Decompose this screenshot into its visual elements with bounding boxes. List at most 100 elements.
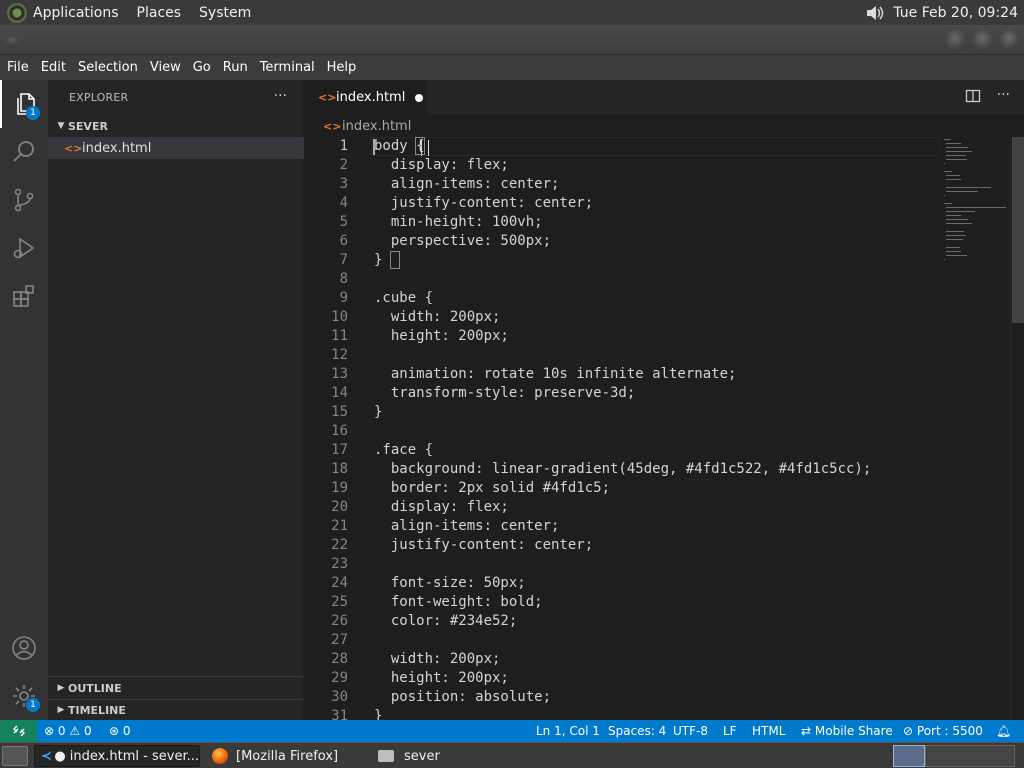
notifications-bell-icon[interactable]: 🔔︎ bbox=[996, 720, 1011, 742]
code-line[interactable]: 31} bbox=[305, 707, 940, 720]
problems-status[interactable]: ⊗ 0 ⚠ 0 bbox=[44, 720, 92, 742]
code-line[interactable]: 20 display: flex; bbox=[305, 498, 940, 517]
line-number: 1 bbox=[339, 138, 348, 154]
code-line[interactable]: 27 bbox=[305, 631, 940, 650]
minimap-line bbox=[946, 211, 975, 212]
explorer-more-actions-button[interactable]: ··· bbox=[274, 88, 287, 104]
breadcrumb[interactable]: <> index.html bbox=[305, 115, 1024, 137]
line-number: 11 bbox=[331, 328, 348, 344]
code-line[interactable]: 28 width: 200px; bbox=[305, 650, 940, 669]
code-line[interactable]: 12 bbox=[305, 346, 940, 365]
menu-terminal[interactable]: Terminal bbox=[254, 55, 321, 80]
remote-indicator-icon[interactable] bbox=[0, 720, 37, 742]
minimap-line bbox=[946, 151, 973, 152]
show-desktop-button[interactable] bbox=[2, 746, 28, 766]
code-line[interactable]: 18 background: linear-gradient(45deg, #4… bbox=[305, 460, 940, 479]
minimize-window-button[interactable] bbox=[946, 30, 966, 50]
code-editor[interactable]: 1 body {2 display: flex; 3 align-items: ce… bbox=[305, 137, 940, 720]
code-line[interactable]: 14 transform-style: preserve-3d; bbox=[305, 384, 940, 403]
menu-view[interactable]: View bbox=[144, 55, 187, 80]
timeline-section[interactable]: ▶ TIMELINE bbox=[48, 699, 304, 721]
panel-clock[interactable]: Tue Feb 20, 09:24 bbox=[893, 5, 1018, 21]
window-titlebar[interactable] bbox=[0, 25, 1024, 55]
code-line[interactable]: 2 display: flex; bbox=[305, 156, 940, 175]
taskbar-window-firefox[interactable]: [Mozilla Firefox] bbox=[206, 745, 366, 767]
code-line[interactable]: 15} bbox=[305, 403, 940, 422]
menu-run[interactable]: Run bbox=[217, 55, 254, 80]
editor-vertical-scrollbar[interactable] bbox=[1010, 137, 1024, 720]
code-line[interactable]: 10 width: 200px; bbox=[305, 308, 940, 327]
code-line[interactable]: 8 bbox=[305, 270, 940, 289]
explorer-sidebar: EXPLORER ··· ▼ SEVER <> index.html ▶ OUT… bbox=[48, 80, 304, 720]
code-line[interactable]: 13 animation: rotate 10s infinite altern… bbox=[305, 365, 940, 384]
code-line[interactable]: 17 .face { bbox=[305, 441, 940, 460]
system-menu[interactable]: System bbox=[199, 5, 251, 21]
unsaved-dot-icon[interactable] bbox=[415, 93, 424, 102]
window-menu-icon[interactable] bbox=[4, 35, 20, 45]
menu-selection[interactable]: Selection bbox=[72, 55, 144, 80]
activity-source-control[interactable] bbox=[0, 176, 48, 224]
tab-index-html[interactable]: <> index.html bbox=[305, 80, 427, 115]
code-line-text: height: 200px; bbox=[374, 328, 509, 344]
code-line[interactable]: 21 align-items: center; bbox=[305, 517, 940, 536]
code-line[interactable]: 6 perspective: 500px; bbox=[305, 232, 940, 251]
speaker-icon[interactable] bbox=[863, 3, 887, 23]
code-line[interactable]: 11 height: 200px; bbox=[305, 327, 940, 346]
code-line[interactable]: 1 body { bbox=[305, 137, 940, 156]
code-line[interactable]: 9 .cube { bbox=[305, 289, 940, 308]
indentation-status[interactable]: Spaces: 4 bbox=[608, 720, 666, 742]
live-server-port-status[interactable]: ⊘ Port : 5500 bbox=[903, 720, 983, 742]
split-editor-icon[interactable] bbox=[965, 88, 981, 104]
folder-section-sever[interactable]: ▼ SEVER bbox=[48, 115, 304, 137]
activity-explorer[interactable]: 1 bbox=[0, 80, 48, 128]
minimap[interactable] bbox=[940, 137, 1010, 720]
activity-extensions[interactable] bbox=[0, 272, 48, 320]
live-share-status[interactable]: ⇄ Mobile Share bbox=[801, 720, 893, 742]
menu-help[interactable]: Help bbox=[321, 55, 363, 80]
taskbar-window-folder[interactable]: sever bbox=[372, 745, 532, 767]
scrollbar-thumb[interactable] bbox=[1012, 137, 1024, 323]
workspace-2-button[interactable] bbox=[925, 745, 1015, 767]
eol-status[interactable]: LF bbox=[723, 720, 737, 742]
code-line[interactable]: 5 min-height: 100vh; bbox=[305, 213, 940, 232]
chevron-right-icon: ▶ bbox=[57, 683, 65, 693]
code-line[interactable]: 22 justify-content: center; bbox=[305, 536, 940, 555]
activity-accounts[interactable] bbox=[0, 624, 48, 672]
code-line-text: transform-style: preserve-3d; bbox=[374, 385, 636, 401]
menu-edit[interactable]: Edit bbox=[35, 55, 72, 80]
applications-menu[interactable]: Applications bbox=[33, 5, 119, 21]
activity-run-debug[interactable] bbox=[0, 224, 48, 272]
distro-logo-icon[interactable] bbox=[7, 2, 27, 23]
code-line[interactable]: 3 align-items: center; bbox=[305, 175, 940, 194]
language-mode-status[interactable]: HTML bbox=[752, 720, 785, 742]
minimap-line bbox=[946, 175, 961, 176]
ports-status[interactable]: ⊛ 0 bbox=[109, 720, 131, 742]
cursor-position-status[interactable]: Ln 1, Col 1 bbox=[536, 720, 600, 742]
activity-search[interactable] bbox=[0, 128, 48, 176]
code-line[interactable]: 26 color: #234e52; bbox=[305, 612, 940, 631]
code-line[interactable]: 25 font-weight: bold; bbox=[305, 593, 940, 612]
activity-manage[interactable]: 1 bbox=[0, 672, 48, 720]
code-line[interactable]: 4 justify-content: center; bbox=[305, 194, 940, 213]
code-line[interactable]: 16 bbox=[305, 422, 940, 441]
menu-go[interactable]: Go bbox=[187, 55, 217, 80]
places-menu[interactable]: Places bbox=[137, 5, 182, 21]
taskbar-window-vscode[interactable]: ≺ ● index.html - sever... bbox=[34, 745, 200, 767]
line-number: 24 bbox=[331, 575, 348, 591]
menu-file[interactable]: File bbox=[1, 55, 35, 80]
breadcrumb-file[interactable]: index.html bbox=[342, 119, 411, 134]
close-window-button[interactable] bbox=[1000, 30, 1020, 50]
error-icon: ⊗ bbox=[44, 724, 55, 738]
outline-section[interactable]: ▶ OUTLINE bbox=[48, 677, 304, 699]
more-actions-icon[interactable]: ··· bbox=[997, 88, 1010, 104]
workspace-1-button[interactable] bbox=[893, 745, 925, 767]
code-line[interactable]: 19 border: 2px solid #4fd1c5; bbox=[305, 479, 940, 498]
code-line[interactable]: 23 bbox=[305, 555, 940, 574]
encoding-status[interactable]: UTF-8 bbox=[673, 720, 708, 742]
maximize-window-button[interactable] bbox=[973, 30, 993, 50]
file-item-index-html[interactable]: <> index.html bbox=[48, 137, 304, 159]
code-line[interactable]: 29 height: 200px; bbox=[305, 669, 940, 688]
code-line[interactable]: 7} bbox=[305, 251, 940, 270]
code-line[interactable]: 30 position: absolute; bbox=[305, 688, 940, 707]
code-line[interactable]: 24 font-size: 50px; bbox=[305, 574, 940, 593]
